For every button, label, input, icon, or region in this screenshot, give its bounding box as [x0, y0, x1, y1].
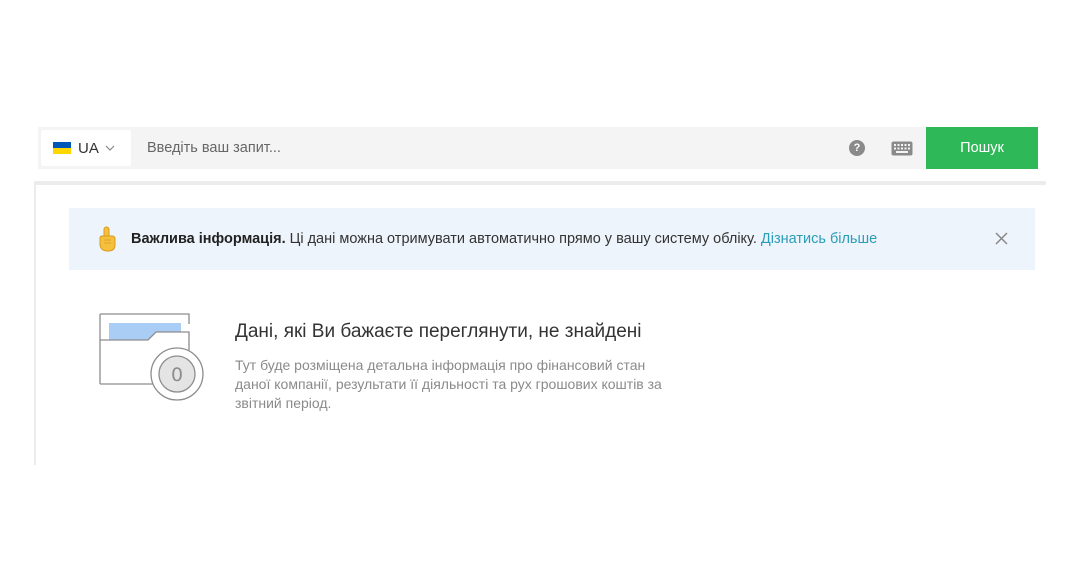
info-banner: Важлива інформація. Ці дані можна отриму…	[69, 208, 1035, 270]
banner-text: Важлива інформація. Ці дані можна отриму…	[131, 231, 877, 247]
learn-more-link[interactable]: Дізнатись більше	[761, 231, 877, 247]
search-button[interactable]: Пошук	[926, 127, 1038, 169]
pointing-hand-icon	[96, 226, 118, 252]
badge-number: 0	[171, 364, 183, 386]
panel-left-border	[34, 185, 36, 465]
ukraine-flag-icon	[53, 142, 71, 154]
panel-top-border	[34, 181, 1046, 185]
empty-state-description: Тут буде розміщена детальна інформація п…	[235, 357, 662, 411]
banner-title: Важлива інформація.	[131, 231, 286, 247]
question-circle-icon[interactable]: ?	[849, 140, 865, 156]
banner-message: Ці дані можна отримувати автоматично пря…	[285, 231, 761, 247]
language-select[interactable]: UA	[41, 130, 131, 166]
chevron-down-icon	[105, 143, 115, 153]
search-input[interactable]	[131, 128, 849, 168]
keyboard-icon[interactable]	[891, 140, 913, 156]
search-bar: UA ? Пошук	[38, 127, 1038, 169]
empty-folder-illustration: 0	[96, 310, 208, 406]
empty-state-title: Дані, які Ви бажаєте переглянути, не зна…	[235, 321, 642, 342]
close-icon[interactable]	[995, 232, 1008, 245]
language-label: UA	[78, 139, 99, 157]
